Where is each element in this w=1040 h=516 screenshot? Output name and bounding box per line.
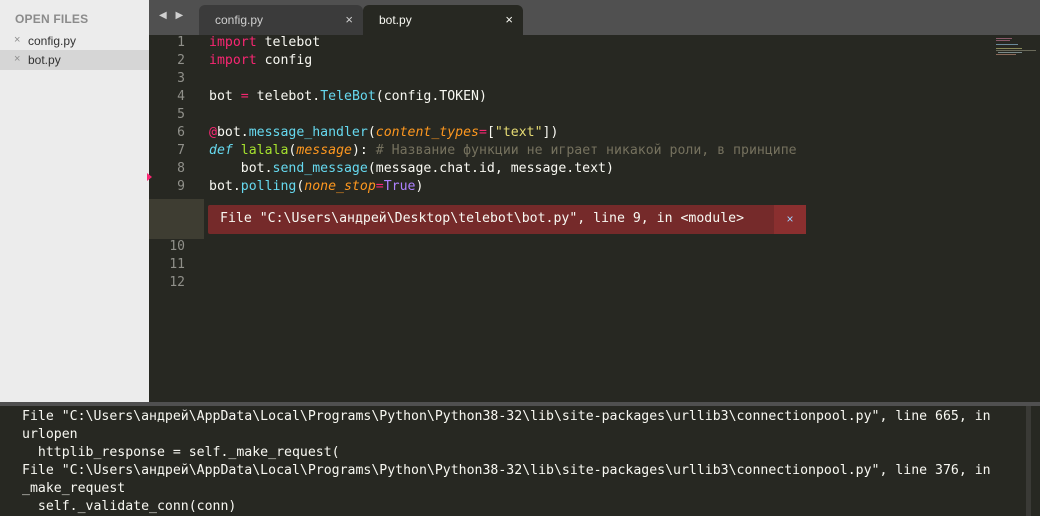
class-name: TeleBot — [320, 89, 376, 104]
constant: True — [383, 179, 416, 194]
inline-error-popup: File "C:\Users\андрей\Desktop\telebot\bo… — [208, 205, 806, 234]
file-label: config.py — [28, 34, 77, 48]
sidebar-file-config[interactable]: × config.py — [0, 31, 149, 51]
close-icon[interactable]: × — [345, 12, 353, 27]
line-number: 8 — [177, 161, 185, 176]
output-line: File "C:\Users\андрей\AppData\Local\Prog… — [22, 463, 991, 478]
sidebar-file-bot[interactable]: × bot.py — [0, 50, 149, 70]
minimap-line — [996, 38, 1012, 39]
decorator-at: @ — [209, 125, 217, 140]
comment: # Название функции не играет никакой рол… — [375, 143, 797, 158]
minimap-line — [996, 50, 1036, 51]
function-name: lalala — [240, 143, 289, 158]
output-scrollbar[interactable] — [1026, 406, 1031, 516]
code-text: bot. — [209, 161, 273, 176]
code-text: ): — [351, 143, 376, 158]
close-icon[interactable]: × — [14, 53, 20, 65]
line-number: 5 — [177, 107, 185, 122]
minimap-line — [996, 40, 1010, 41]
function-call: polling — [240, 179, 297, 194]
operator: = — [375, 179, 384, 194]
code-text: [ — [486, 125, 495, 140]
minimap[interactable] — [994, 35, 1040, 65]
sidebar: OPEN FILES × config.py × bot.py — [0, 0, 149, 402]
minimap-line — [996, 48, 1022, 49]
line-number: 7 — [177, 143, 185, 158]
error-message: File "C:\Users\андрей\Desktop\telebot\bo… — [220, 211, 745, 226]
code-editor[interactable]: 1 2 3 4 5 6 7 8 9 10 11 12 import telebo… — [147, 35, 1040, 402]
code-text: ]) — [542, 125, 559, 140]
keyword: import — [209, 53, 257, 68]
code-text: bot. — [216, 125, 249, 140]
line-number: 12 — [169, 275, 185, 290]
line-number: 2 — [177, 53, 185, 68]
code-text: (message.chat.id, message.text) — [367, 161, 614, 176]
parameter: content_types — [375, 125, 479, 140]
parameter: none_stop — [304, 179, 376, 194]
code-text: config — [256, 53, 313, 68]
string-literal: "text" — [494, 125, 543, 140]
minimap-line — [996, 44, 1018, 45]
minimap-line — [998, 52, 1022, 53]
operator: = — [240, 89, 249, 104]
code-text: telebot. — [248, 89, 321, 104]
tab-config[interactable]: config.py × — [199, 5, 363, 35]
line-number: 11 — [169, 257, 185, 272]
error-phantom-gutter — [149, 199, 204, 239]
code-text: bot — [209, 89, 241, 104]
code-line: import config — [209, 53, 312, 68]
line-number: 3 — [177, 71, 185, 86]
minimap-line — [996, 54, 1016, 55]
keyword: def — [209, 143, 233, 158]
tab-label: bot.py — [379, 13, 412, 27]
close-icon[interactable]: × — [505, 12, 513, 27]
output-line: httplib_response = self._make_request( — [22, 445, 340, 460]
build-output-panel[interactable]: File "C:\Users\андрей\AppData\Local\Prog… — [0, 406, 1040, 516]
function-call: send_message — [272, 161, 368, 176]
code-line: @bot.message_handler(content_types=["tex… — [209, 125, 558, 140]
close-icon[interactable]: × — [14, 34, 20, 46]
open-files-heading: OPEN FILES — [15, 12, 89, 26]
code-line: bot.send_message(message.chat.id, messag… — [209, 161, 614, 176]
line-number: 6 — [177, 125, 185, 140]
file-label: bot.py — [28, 53, 61, 67]
output-line: File "C:\Users\андрей\AppData\Local\Prog… — [22, 409, 991, 424]
code-line: def lalala(message): # Название функции … — [209, 143, 797, 158]
line-number: 4 — [177, 89, 185, 104]
output-line: self._validate_conn(conn) — [22, 499, 237, 514]
operator: = — [478, 125, 487, 140]
tab-label: config.py — [215, 13, 264, 27]
code-line: import telebot — [209, 35, 320, 50]
code-text: (config.TOKEN) — [375, 89, 487, 104]
code-text: telebot — [256, 35, 321, 50]
code-text: ) — [415, 179, 424, 194]
function-call: message_handler — [248, 125, 368, 140]
line-number: 9 — [177, 179, 185, 194]
output-line: urlopen — [22, 427, 78, 442]
close-icon[interactable]: × — [774, 205, 806, 234]
keyword: import — [209, 35, 257, 50]
code-line: bot.polling(none_stop=True) — [209, 179, 423, 194]
tab-bar: ◀ ▶ config.py × bot.py × — [149, 0, 1040, 35]
code-line: bot = telebot.TeleBot(config.TOKEN) — [209, 89, 487, 104]
line-number: 10 — [169, 239, 185, 254]
tab-bot[interactable]: bot.py × — [363, 5, 523, 35]
tab-nav-arrows-icon[interactable]: ◀ ▶ — [159, 10, 186, 21]
parameter: message — [296, 143, 352, 158]
code-text: bot. — [209, 179, 241, 194]
code-text: ( — [367, 125, 376, 140]
output-line: _make_request — [22, 481, 126, 496]
line-number: 1 — [177, 35, 185, 50]
